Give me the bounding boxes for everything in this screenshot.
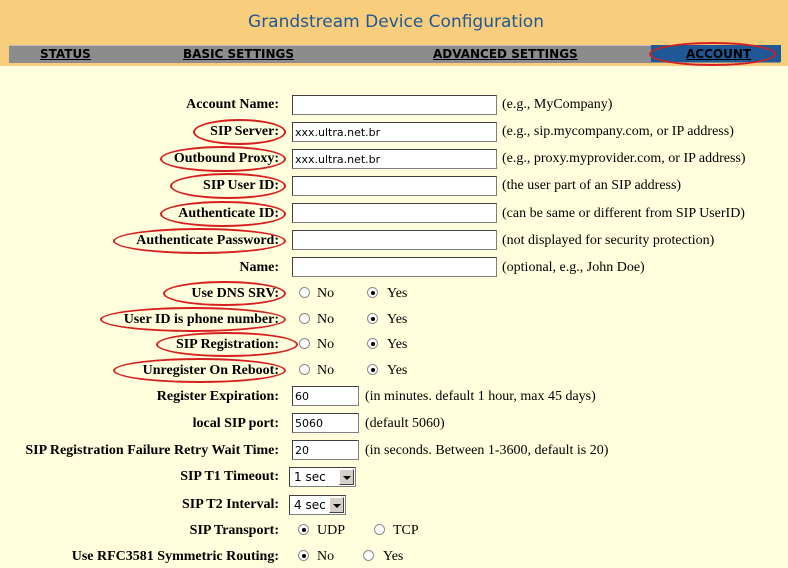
user-id-is-phone-label: User ID is phone number: [123, 312, 279, 327]
authenticate-id-label: Authenticate ID: [178, 206, 279, 221]
account-name-hint: (e.g., MyCompany) [502, 97, 613, 112]
outbound-proxy-hint: (e.g., proxy.myprovider.com, or IP addre… [502, 151, 746, 166]
sip-user-id-hint: (the user part of an SIP address) [502, 178, 682, 193]
local-sip-port-hint: (default 5060) [365, 416, 445, 431]
account-name-field[interactable] [292, 95, 497, 115]
sip-transport-tcp-radio[interactable] [374, 524, 385, 535]
sip-registration-yes-label: Yes [387, 337, 408, 352]
user-id-is-phone-yes-label: Yes [387, 312, 408, 327]
use-dns-srv-yes-label: Yes [387, 286, 408, 301]
rfc3581-yes-label: Yes [383, 549, 404, 564]
authenticate-password-field[interactable] [292, 230, 497, 250]
use-dns-srv-yes-radio[interactable] [367, 287, 378, 298]
unregister-on-reboot-label: Unregister On Reboot: [142, 363, 279, 378]
chevron-down-icon[interactable] [329, 497, 344, 513]
authenticate-password-hint: (not displayed for security protection) [502, 233, 715, 248]
sip-t1-timeout-value: 1 sec [294, 470, 326, 484]
sip-registration-label: SIP Registration: [175, 337, 279, 352]
user-id-is-phone-no-radio[interactable] [299, 313, 310, 324]
sip-server-label: SIP Server: [210, 124, 279, 139]
sip-user-id-field[interactable] [292, 176, 497, 196]
unregister-on-reboot-no-radio[interactable] [299, 364, 310, 375]
authenticate-id-field[interactable] [292, 203, 497, 223]
unregister-on-reboot-no-label: No [317, 363, 335, 378]
sip-t2-interval-value: 4 sec [294, 498, 326, 512]
outbound-proxy-label: Outbound Proxy: [173, 151, 279, 166]
register-expiration-hint: (in minutes. default 1 hour, max 45 days… [365, 389, 596, 404]
sip-transport-label: SIP Transport: [189, 523, 279, 538]
sip-registration-no-label: No [317, 337, 335, 352]
sip-user-id-label: SIP User ID: [203, 178, 279, 193]
name-label: Name: [239, 260, 279, 275]
unregister-on-reboot-yes-label: Yes [387, 363, 408, 378]
register-expiration-label: Register Expiration: [156, 389, 279, 404]
account-name-label: Account Name: [186, 97, 279, 112]
user-id-is-phone-yes-radio[interactable] [367, 313, 378, 324]
sip-transport-tcp-label: TCP [393, 523, 419, 538]
retry-wait-time-label: SIP Registration Failure Retry Wait Time… [25, 443, 279, 458]
outbound-proxy-field[interactable] [292, 149, 497, 169]
sip-t1-timeout-label: SIP T1 Timeout: [180, 469, 279, 484]
authenticate-id-hint: (can be same or different from SIP UserI… [502, 206, 745, 221]
chevron-down-icon[interactable] [339, 469, 354, 485]
nav-account-link[interactable]: ACCOUNT [686, 46, 751, 62]
sip-registration-yes-radio[interactable] [367, 338, 378, 349]
sip-registration-no-radio[interactable] [299, 338, 310, 349]
use-dns-srv-label: Use DNS SRV: [191, 286, 279, 301]
page-title: Grandstream Device Configuration [248, 12, 544, 32]
local-sip-port-field[interactable] [292, 413, 359, 433]
authenticate-password-label: Authenticate Password: [136, 233, 279, 248]
retry-wait-time-field[interactable] [292, 440, 359, 460]
sip-t2-interval-label: SIP T2 Interval: [182, 497, 279, 512]
sip-transport-udp-radio[interactable] [298, 524, 309, 535]
use-dns-srv-no-label: No [317, 286, 335, 301]
unregister-on-reboot-yes-radio[interactable] [367, 364, 378, 375]
rfc3581-no-label: No [317, 549, 335, 564]
nav-advanced-settings-link[interactable]: ADVANCED SETTINGS [433, 46, 578, 62]
nav-status-link[interactable]: STATUS [40, 46, 91, 62]
register-expiration-field[interactable] [292, 386, 359, 406]
nav-basic-settings-link[interactable]: BASIC SETTINGS [183, 46, 294, 62]
local-sip-port-label: local SIP port: [192, 416, 279, 431]
sip-t2-interval-select[interactable]: 4 sec [289, 495, 346, 515]
name-field[interactable] [292, 257, 497, 277]
name-hint: (optional, e.g., John Doe) [502, 260, 645, 275]
user-id-is-phone-no-label: No [317, 312, 335, 327]
rfc3581-label: Use RFC3581 Symmetric Routing: [71, 549, 279, 564]
rfc3581-no-radio[interactable] [298, 550, 309, 561]
sip-transport-udp-label: UDP [317, 523, 346, 538]
retry-wait-time-hint: (in seconds. Between 1-3600, default is … [365, 443, 609, 458]
sip-server-hint: (e.g., sip.mycompany.com, or IP address) [502, 124, 734, 139]
sip-server-field[interactable] [292, 122, 497, 142]
rfc3581-yes-radio[interactable] [363, 550, 374, 561]
sip-t1-timeout-select[interactable]: 1 sec [289, 467, 356, 487]
use-dns-srv-no-radio[interactable] [299, 287, 310, 298]
